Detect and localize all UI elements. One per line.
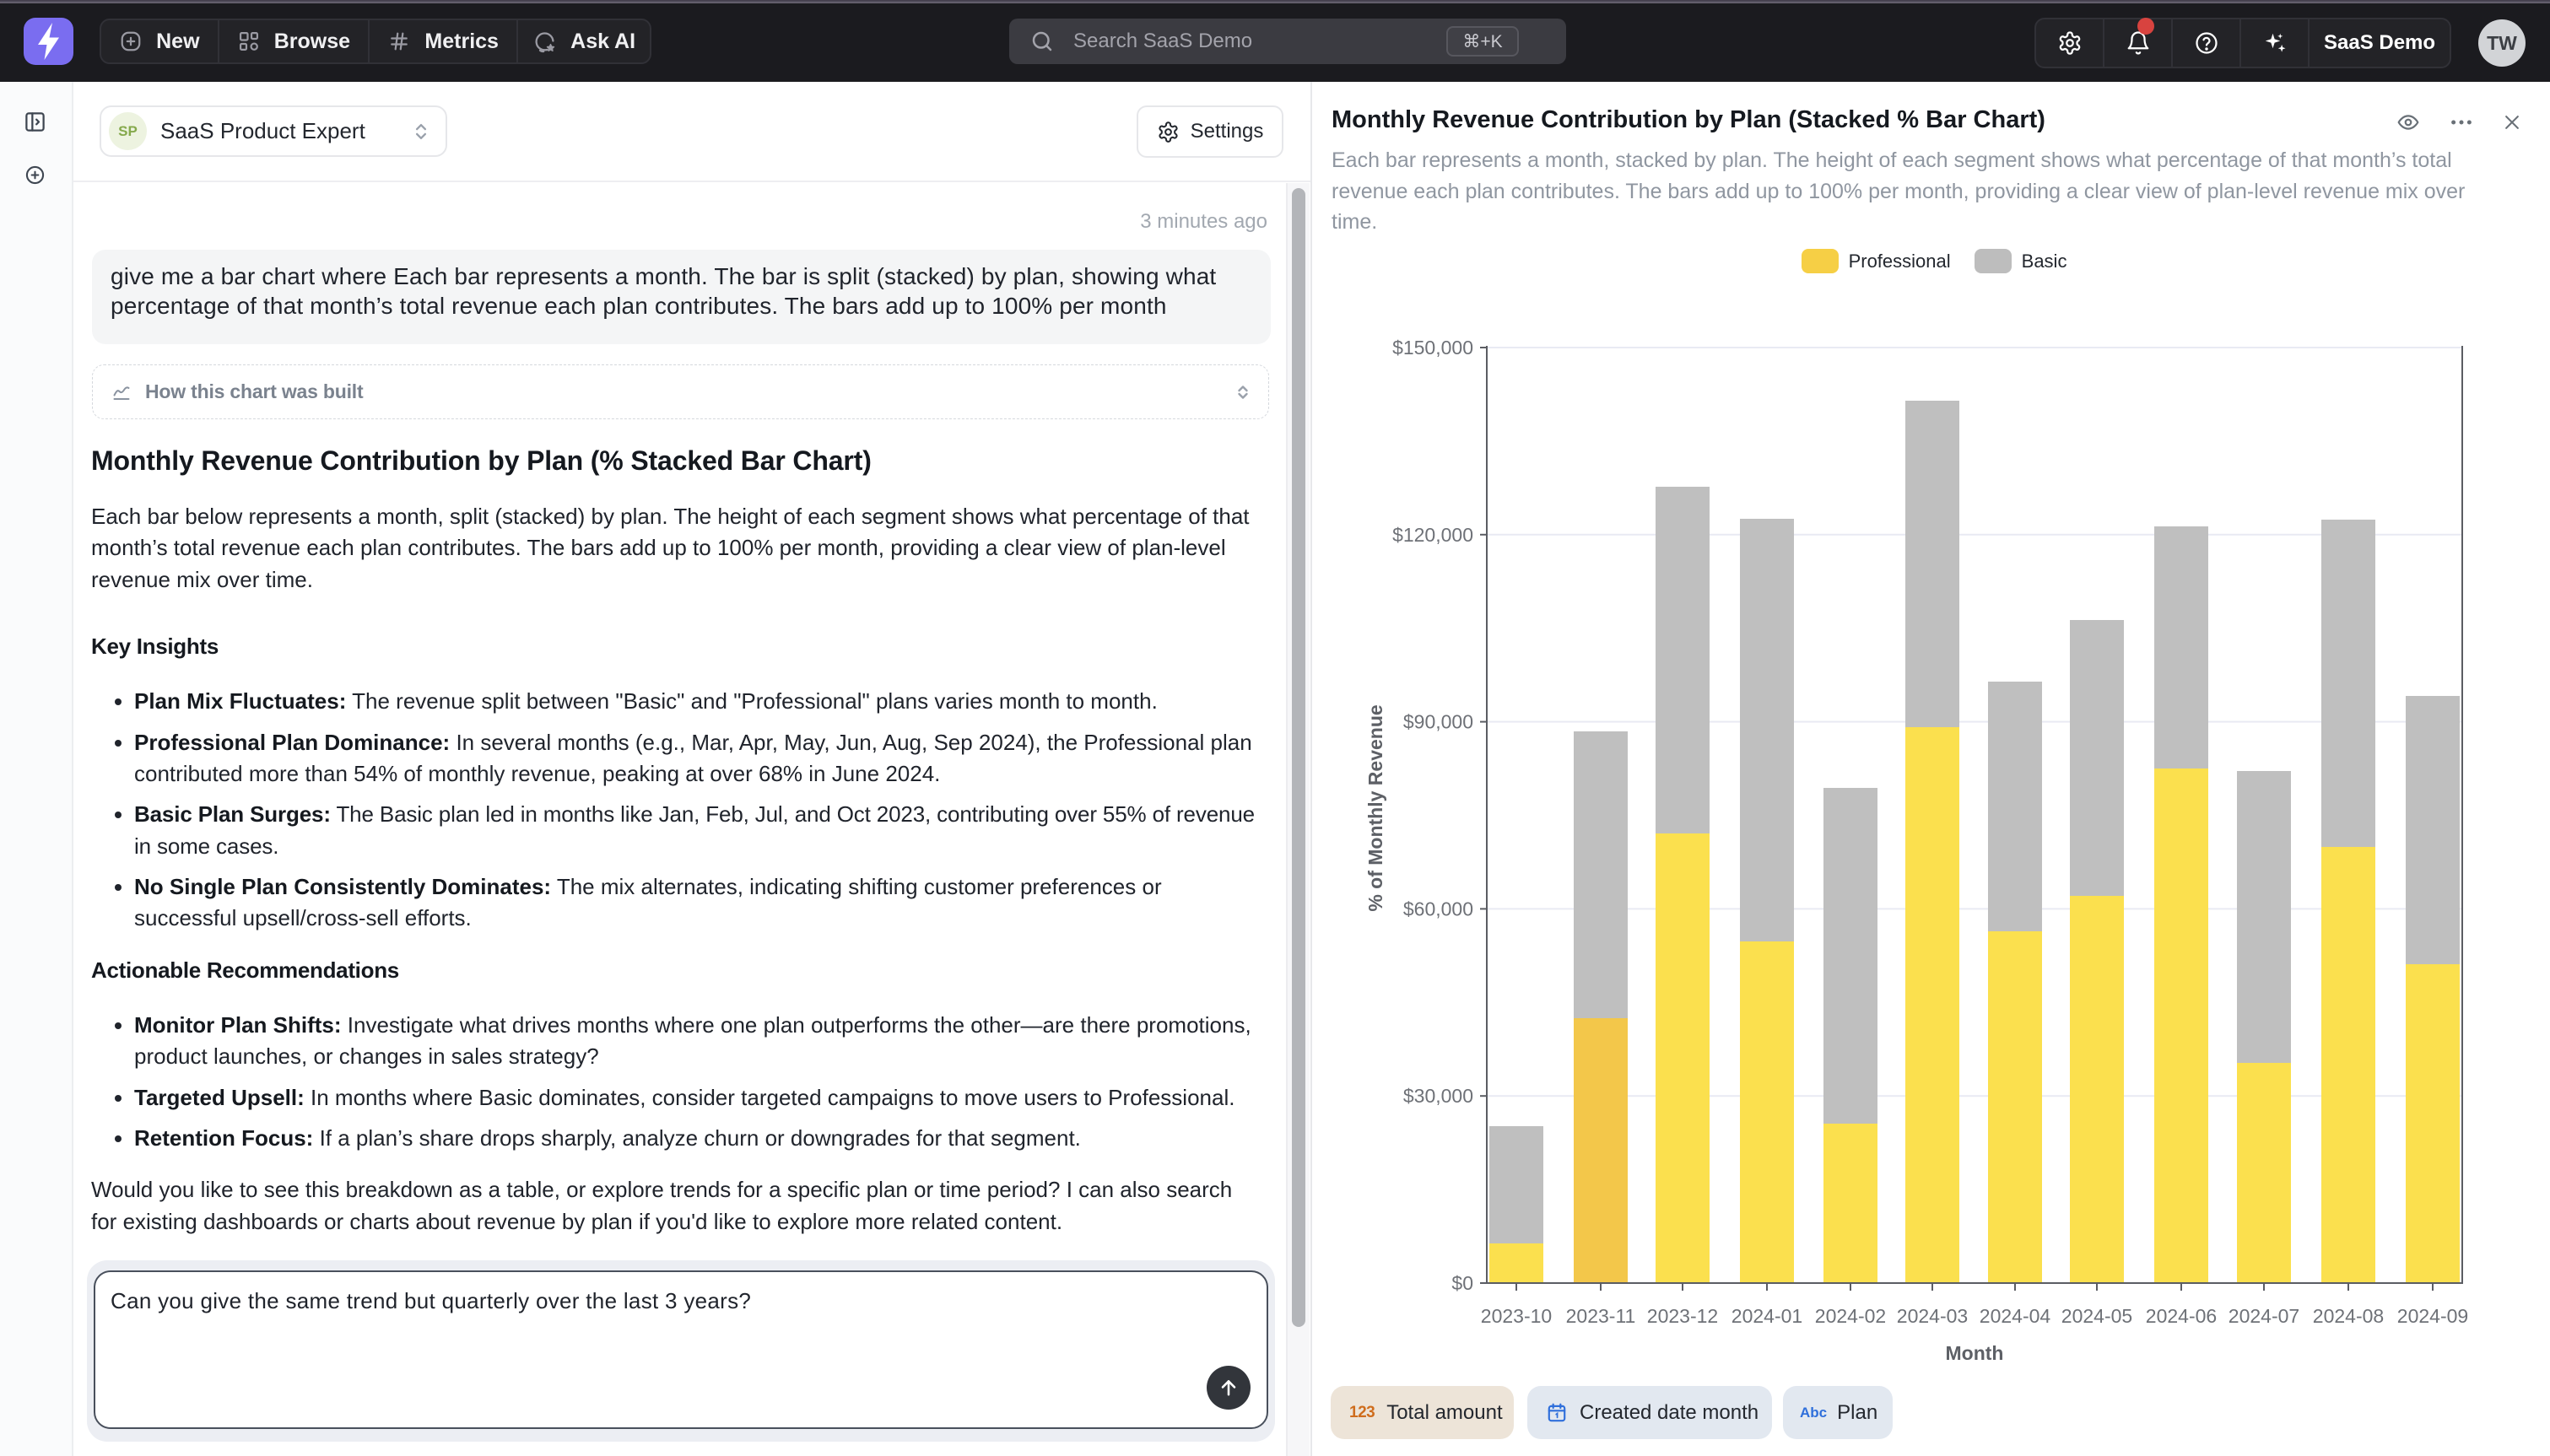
- svg-text:2024-02: 2024-02: [1815, 1305, 1886, 1327]
- svg-text:2024-03: 2024-03: [1897, 1305, 1968, 1327]
- svg-text:2024-04: 2024-04: [1980, 1305, 2051, 1327]
- svg-text:$150,000: $150,000: [1392, 337, 1473, 359]
- svg-text:$0: $0: [1451, 1272, 1473, 1294]
- svg-text:Month: Month: [1946, 1342, 2004, 1364]
- svg-text:2023-12: 2023-12: [1647, 1305, 1718, 1327]
- svg-text:% of Monthly Revenue: % of Monthly Revenue: [1364, 704, 1386, 911]
- svg-text:$90,000: $90,000: [1403, 711, 1473, 733]
- svg-text:$60,000: $60,000: [1403, 898, 1473, 919]
- svg-text:2024-06: 2024-06: [2146, 1305, 2217, 1327]
- svg-text:$120,000: $120,000: [1392, 524, 1473, 546]
- svg-text:2024-09: 2024-09: [2397, 1305, 2468, 1327]
- svg-text:2024-05: 2024-05: [2061, 1305, 2132, 1327]
- svg-text:$30,000: $30,000: [1403, 1085, 1473, 1107]
- svg-text:2024-01: 2024-01: [1732, 1305, 1802, 1327]
- svg-text:2023-10: 2023-10: [1481, 1305, 1552, 1327]
- svg-text:2023-11: 2023-11: [1566, 1305, 1636, 1327]
- svg-text:2024-07: 2024-07: [2229, 1305, 2299, 1327]
- svg-text:2024-08: 2024-08: [2313, 1305, 2384, 1327]
